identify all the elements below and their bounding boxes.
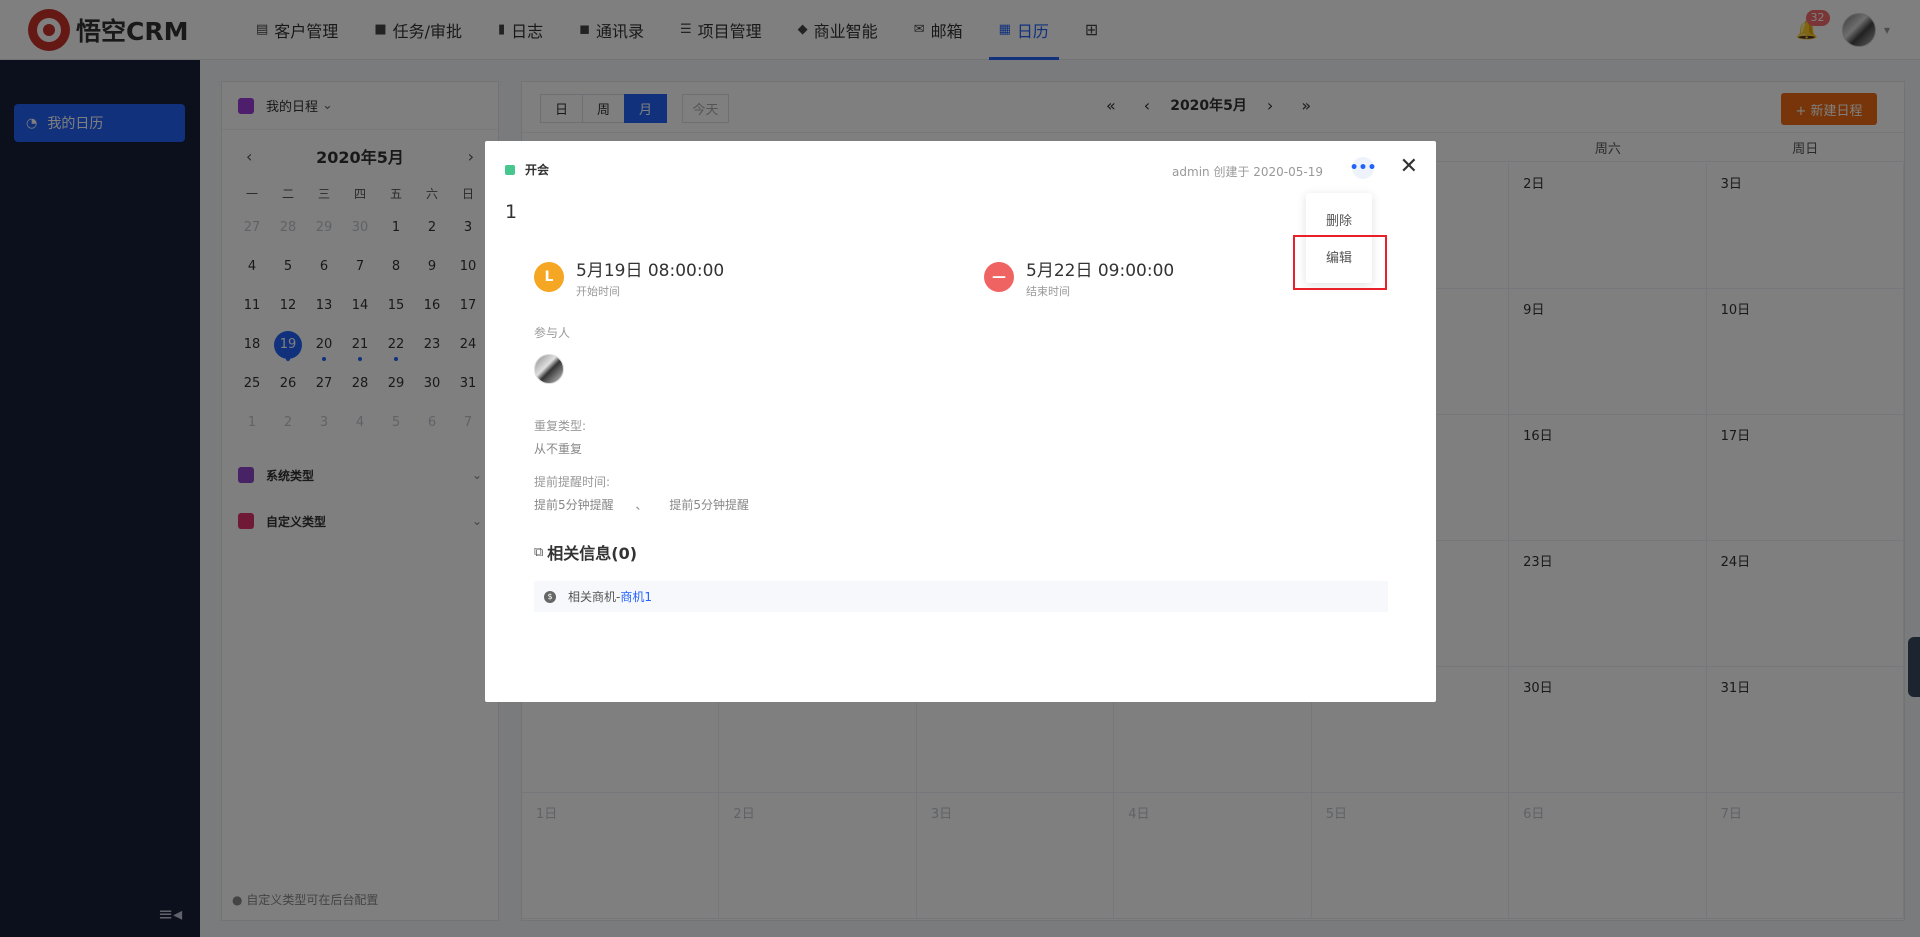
event-type: 开会 [505, 161, 549, 178]
event-type-label: 开会 [525, 163, 550, 177]
event-title: 1 [505, 201, 518, 223]
remind-value: 提前5分钟提醒 [534, 498, 614, 512]
close-icon[interactable]: ✕ [1400, 154, 1418, 179]
stop-icon: — [984, 262, 1014, 292]
dollar-icon: $ [544, 590, 556, 603]
clock-icon: L [534, 262, 564, 292]
remind-value: 提前5分钟提醒 [669, 498, 749, 512]
delete-menu-item[interactable]: 删除 [1306, 210, 1372, 229]
start-time-label: 开始时间 [576, 285, 620, 298]
remind-separator: 、 [635, 498, 648, 512]
related-link[interactable]: 商机1 [620, 588, 652, 605]
remind-values: 提前5分钟提醒 、 提前5分钟提醒 [534, 496, 749, 513]
participants-label: 参与人 [534, 326, 571, 340]
repeat-value: 从不重复 [534, 442, 583, 456]
event-detail-dialog: 开会 admin 创建于 2020-05-19 ••• ✕ 1 L 5月19日 … [485, 141, 1436, 702]
highlight-annotation [1293, 235, 1387, 290]
remind-label: 提前提醒时间: [534, 475, 611, 489]
related-prefix: 相关商机- [568, 590, 621, 604]
related-info-title: ⧉ 相关信息(0) [534, 540, 637, 564]
related-item: $ 相关商机- 商机1 [534, 581, 1388, 612]
start-time-block: L 5月19日 08:00:00 开始时间 [534, 256, 724, 299]
repeat-label: 重复类型: [534, 419, 587, 433]
end-time-block: — 5月22日 09:00:00 结束时间 [984, 256, 1174, 299]
more-options-icon[interactable]: ••• [1350, 157, 1376, 179]
start-time: 5月19日 08:00:00 [576, 261, 725, 281]
end-time: 5月22日 09:00:00 [1026, 261, 1175, 281]
copy-icon: ⧉ [534, 544, 544, 560]
related-title-text: 相关信息(0) [547, 544, 638, 563]
participant-avatar[interactable] [534, 354, 564, 384]
creator-info: admin 创建于 2020-05-19 [1172, 165, 1323, 179]
event-color-dot [505, 164, 515, 175]
end-time-label: 结束时间 [1026, 285, 1070, 298]
